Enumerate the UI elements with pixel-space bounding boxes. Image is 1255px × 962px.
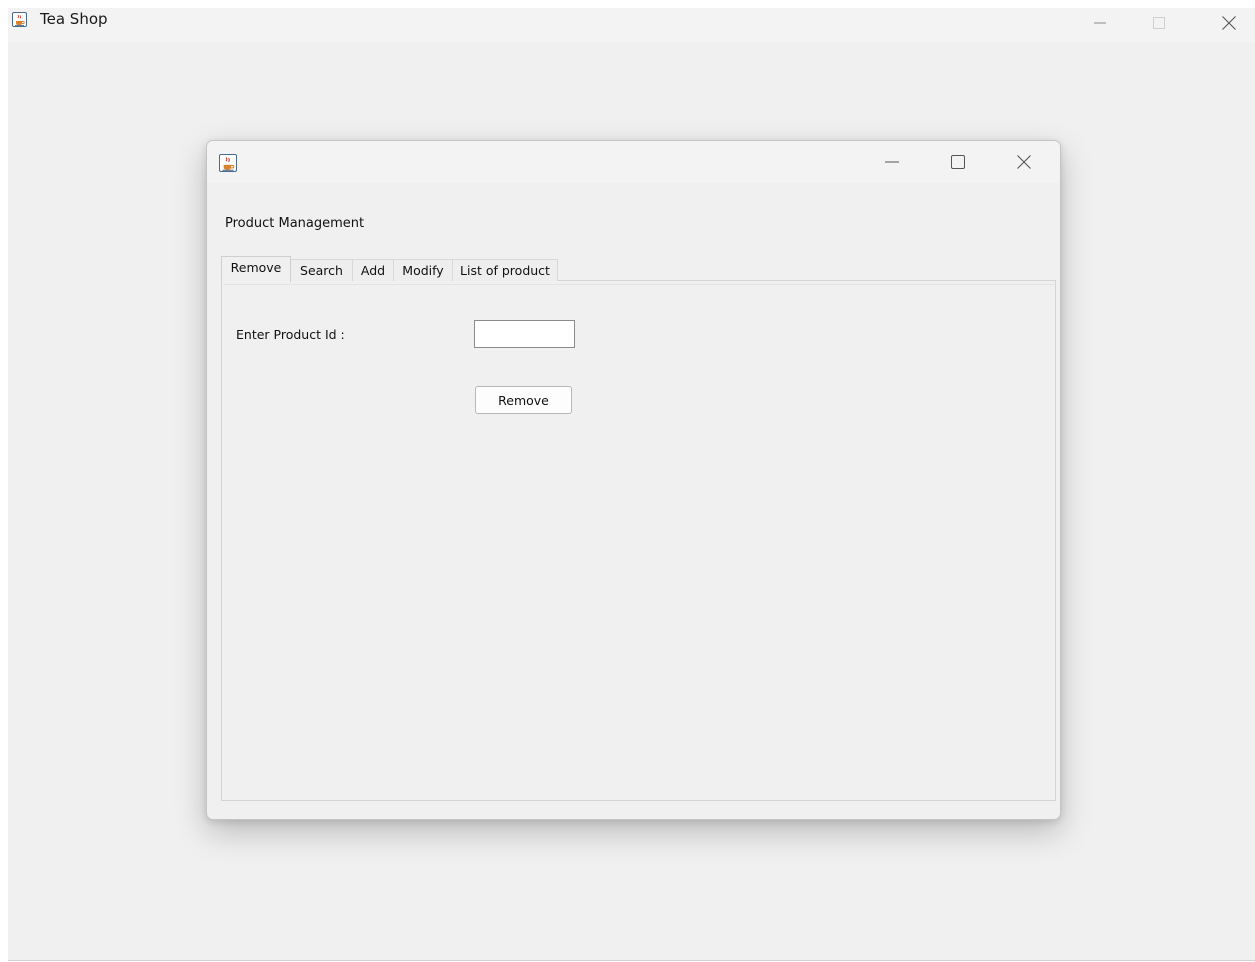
- close-icon: [1222, 16, 1236, 30]
- tab-search[interactable]: Search: [291, 259, 353, 281]
- tab-panel: [221, 280, 1056, 801]
- tab-list-of-product[interactable]: List of product: [453, 259, 558, 281]
- close-icon: [1017, 155, 1031, 169]
- product-management-dialog: Product Management Remove Search Add Mod…: [206, 140, 1061, 820]
- maximize-icon: [951, 155, 965, 169]
- main-close-button[interactable]: [1206, 8, 1252, 38]
- remove-button[interactable]: Remove: [475, 386, 572, 414]
- main-titlebar[interactable]: Tea Shop: [8, 8, 1255, 42]
- java-cup-icon: [219, 154, 237, 172]
- maximize-icon: [1153, 17, 1165, 29]
- product-id-label: Enter Product Id :: [236, 327, 345, 342]
- tab-add[interactable]: Add: [353, 259, 394, 281]
- tab-modify[interactable]: Modify: [394, 259, 453, 281]
- main-minimize-button[interactable]: [1077, 8, 1123, 38]
- minimize-icon: [1094, 22, 1106, 24]
- dialog-maximize-button[interactable]: [935, 147, 981, 177]
- product-id-input[interactable]: [474, 320, 575, 348]
- page-title: Product Management: [225, 216, 365, 231]
- minimize-icon: [885, 161, 899, 163]
- dialog-minimize-button[interactable]: [869, 147, 915, 177]
- main-maximize-button[interactable]: [1136, 8, 1182, 38]
- dialog-close-button[interactable]: [1001, 147, 1047, 177]
- java-cup-icon: [12, 12, 27, 27]
- dialog-titlebar[interactable]: [207, 141, 1060, 183]
- main-window-title: Tea Shop: [40, 10, 108, 28]
- tab-remove[interactable]: Remove: [221, 256, 291, 282]
